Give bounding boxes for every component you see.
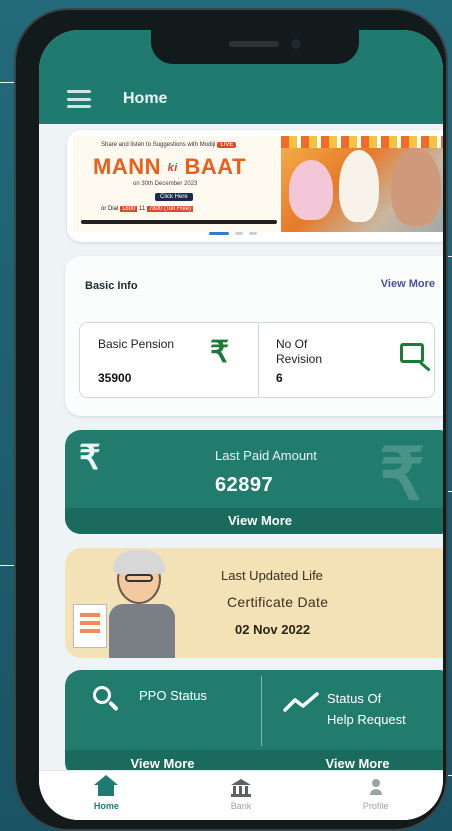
basic-info-panel: Basic Pension 35900 ₹ No Of Revision 6 [79, 322, 435, 398]
banner-photo [281, 136, 443, 232]
basic-info-title: Basic Info [85, 280, 138, 292]
last-paid-card: ₹ ₹ Last Paid Amount 62897 View More [65, 430, 443, 534]
revision-label: No Of Revision [276, 337, 323, 366]
profile-icon [365, 777, 387, 797]
banner-date: on 30th December 2023 [133, 181, 198, 187]
carousel-dot[interactable] [249, 232, 257, 235]
rupee-watermark-icon: ₹ [379, 435, 425, 515]
banner-dial-number: or Dial 1800 11 7800 (Toll Free) [101, 206, 193, 212]
basic-pension-label: Basic Pension [98, 337, 175, 351]
nav-item-bank[interactable]: Bank [174, 771, 309, 820]
hamburger-menu-icon[interactable] [67, 90, 91, 108]
help-request-status-label[interactable]: Status Of Help Request [327, 688, 406, 730]
illustration-glasses [125, 574, 153, 582]
nav-item-profile[interactable]: Profile [308, 771, 443, 820]
app-bar: Home [39, 74, 443, 124]
app-screen: Home Share and listen to Suggestions wit… [39, 30, 443, 820]
basic-info-card: Basic Info View More Basic Pension 35900… [65, 256, 443, 416]
nav-label: Home [93, 801, 119, 811]
life-certificate-card[interactable]: Last Updated Life Certificate Date 02 No… [65, 548, 443, 658]
carousel-dot[interactable] [235, 232, 243, 235]
status-actions-card: PPO Status Status Of Help Request View M… [65, 670, 443, 778]
banner-text-panel: Share and listen to Suggestions with Mod… [73, 136, 279, 232]
illustration-body [109, 604, 175, 658]
trend-line-icon[interactable] [283, 690, 323, 714]
last-paid-label: Last Paid Amount [215, 448, 317, 463]
carousel-dot[interactable] [209, 232, 229, 235]
nav-item-home[interactable]: Home [39, 771, 174, 820]
basic-pension-value: 35900 [98, 371, 132, 385]
banner-headline: MANN ki BAAT [93, 154, 246, 179]
page-title: Home [123, 90, 168, 107]
promo-banner[interactable]: Share and listen to Suggestions with Mod… [67, 130, 443, 242]
life-certificate-date: 02 Nov 2022 [235, 622, 311, 637]
last-paid-value: 62897 [215, 474, 274, 496]
photo-person [391, 148, 441, 226]
nav-label: Profile [362, 801, 389, 811]
rupee-icon: ₹ [210, 336, 230, 369]
last-paid-view-more-button[interactable]: View More [65, 508, 443, 534]
carousel-indicator[interactable] [209, 232, 257, 235]
photo-person [339, 150, 379, 222]
revision-value: 6 [276, 371, 283, 385]
speaker-grille [229, 41, 279, 47]
banner-tagline: Share and listen to Suggestions with Mod… [101, 142, 237, 148]
front-camera [291, 39, 301, 49]
elderly-man-illustration [73, 548, 185, 658]
banner-click-here[interactable]: Click Here [155, 193, 193, 201]
banner-strip [81, 220, 277, 224]
basic-info-view-more-link[interactable]: View More [381, 278, 435, 290]
ppo-status-label[interactable]: PPO Status [139, 688, 207, 703]
revision-icon [400, 343, 424, 363]
action-divider [261, 676, 262, 746]
life-certificate-label-1: Last Updated Life [221, 568, 323, 583]
flower-garland [281, 136, 443, 148]
panel-divider [258, 323, 259, 397]
phone-frame: Home Share and listen to Suggestions wit… [14, 8, 448, 831]
bank-icon [230, 777, 252, 797]
nav-label: Bank [230, 801, 252, 811]
photo-person [289, 160, 333, 220]
illustration-hair [113, 550, 165, 574]
bottom-navigation: Home Bank Profile [39, 770, 443, 820]
life-certificate-label-2: Certificate Date [227, 594, 329, 610]
rupee-icon: ₹ [79, 439, 101, 477]
phone-notch [151, 30, 359, 64]
document-illustration [73, 604, 107, 648]
search-icon[interactable] [93, 686, 119, 712]
home-icon [94, 775, 119, 797]
